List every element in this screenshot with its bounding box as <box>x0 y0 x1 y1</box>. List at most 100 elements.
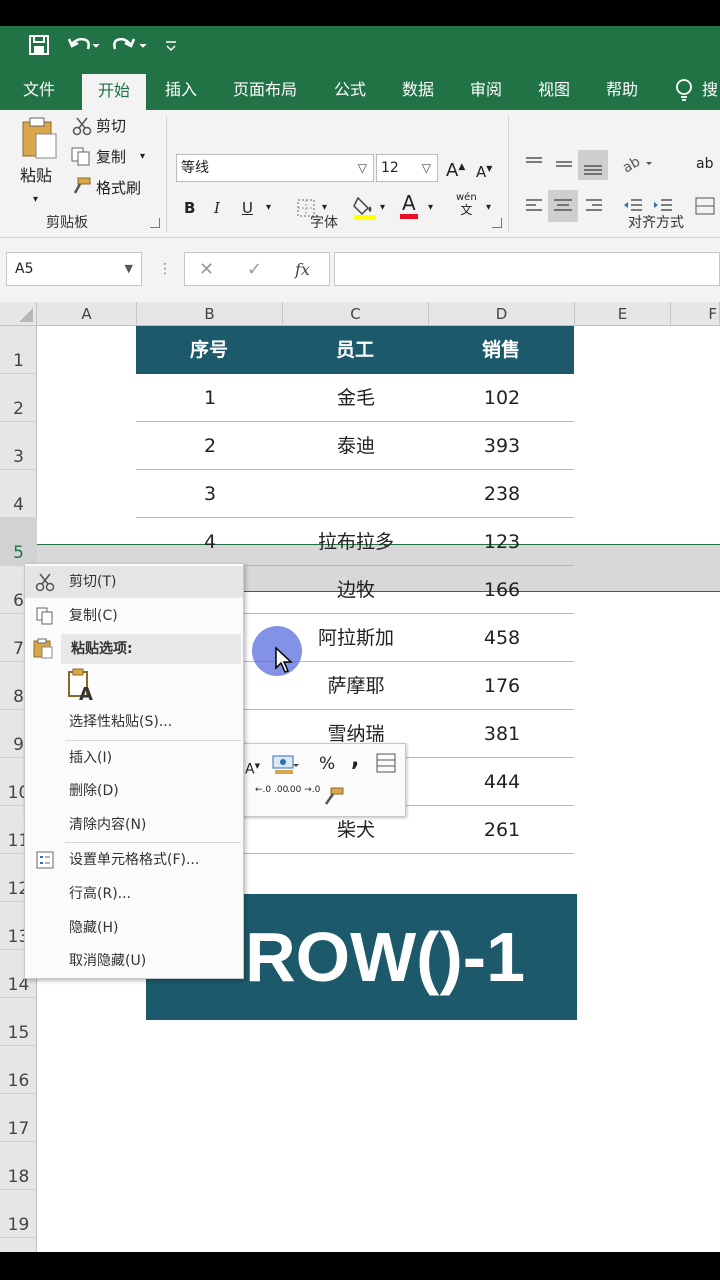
row-header-5[interactable]: 5 <box>0 518 37 566</box>
tab-home[interactable]: 开始 <box>82 74 146 110</box>
tab-help[interactable]: 帮助 <box>594 70 650 110</box>
align-bottom-icon[interactable] <box>578 150 608 180</box>
table-cell[interactable]: 444 <box>429 758 575 806</box>
table-cell[interactable]: 123 <box>429 518 575 566</box>
table-cell[interactable]: 金毛 <box>283 374 429 422</box>
table-cell[interactable]: 102 <box>429 374 575 422</box>
row-header-1[interactable]: 1 <box>0 326 37 374</box>
tab-insert[interactable]: 插入 <box>154 70 208 110</box>
customize-qat-icon[interactable] <box>164 34 178 62</box>
underline-dropdown-icon[interactable]: ▾ <box>266 196 271 220</box>
mini-decrease-font-icon[interactable]: A▼ <box>245 754 260 782</box>
column-header-b[interactable]: B <box>137 302 283 326</box>
row-header-15[interactable]: 15 <box>0 998 37 1046</box>
comma-button[interactable]: , <box>351 748 359 772</box>
paste-dropdown-icon[interactable]: ▾ <box>33 188 38 212</box>
table-cell[interactable]: 381 <box>429 710 575 758</box>
worksheet[interactable]: A B C D E F 1 2 3 4 5 6 7 8 9 10 11 12 13 14 15 16 17 18 1… <box>0 302 720 1252</box>
paste-keep-text-icon[interactable]: A <box>65 668 97 706</box>
table-cell[interactable]: 阿拉斯加 <box>283 614 429 662</box>
font-color-dropdown-icon[interactable]: ▾ <box>428 196 433 220</box>
table-cell[interactable]: 1 <box>137 374 283 422</box>
italic-button[interactable]: I <box>214 196 220 220</box>
increase-decimal-button[interactable]: ←.0 .00 <box>255 784 288 796</box>
table-cell[interactable]: 458 <box>429 614 575 662</box>
enter-icon[interactable]: ✓ <box>247 253 262 287</box>
decrease-decimal-button[interactable]: .00 →.0 <box>287 784 320 796</box>
table-cell[interactable]: 泰迪 <box>283 422 429 470</box>
align-right-icon[interactable] <box>584 196 604 223</box>
tab-formulas[interactable]: 公式 <box>322 70 378 110</box>
tab-page-layout[interactable]: 页面布局 <box>222 70 308 110</box>
column-header-a[interactable]: A <box>37 302 137 326</box>
table-cell[interactable]: 拉布拉多 <box>283 518 429 566</box>
bold-button[interactable]: B <box>184 196 195 220</box>
table-cell[interactable]: 3 <box>137 470 283 518</box>
table-cell[interactable] <box>283 470 429 518</box>
tab-view[interactable]: 视图 <box>526 70 582 110</box>
table-cell[interactable]: 393 <box>429 422 575 470</box>
insert-function-icon[interactable]: fx <box>295 253 310 287</box>
align-top-icon[interactable] <box>524 154 544 181</box>
menu-item-unhide[interactable]: 取消隐藏(U) <box>25 945 243 977</box>
row-header-17[interactable]: 17 <box>0 1094 37 1142</box>
merge-center-icon[interactable] <box>694 196 716 223</box>
phonetic-dropdown-icon[interactable]: ▾ <box>486 196 491 220</box>
font-size-combo[interactable]: 12 ▽ <box>376 154 438 182</box>
menu-item-format-cells[interactable]: 设置单元格格式(F)... <box>25 844 243 876</box>
copy-icon[interactable] <box>70 146 92 173</box>
row-header-2[interactable]: 2 <box>0 374 37 422</box>
cut-button[interactable]: 剪切 <box>96 114 126 138</box>
menu-item-copy[interactable]: 复制(C) <box>25 600 243 632</box>
table-cell[interactable]: 261 <box>429 806 575 854</box>
orientation-icon[interactable]: ab <box>620 154 654 181</box>
align-middle-icon[interactable] <box>554 154 574 181</box>
decrease-font-icon[interactable]: A▼ <box>476 157 492 184</box>
menu-item-row-height[interactable]: 行高(R)... <box>25 878 243 910</box>
table-cell[interactable]: 萨摩耶 <box>283 662 429 710</box>
format-painter-button[interactable]: 格式刷 <box>96 176 141 200</box>
accounting-format-icon[interactable] <box>271 752 299 783</box>
row-header-16[interactable]: 16 <box>0 1046 37 1094</box>
fill-color-dropdown-icon[interactable]: ▾ <box>380 196 385 220</box>
font-name-combo[interactable]: 等线 ▽ <box>176 154 374 182</box>
redo-icon[interactable] <box>112 34 148 62</box>
menu-item-cut[interactable]: 剪切(T) <box>25 566 243 598</box>
row-header-4[interactable]: 4 <box>0 470 37 518</box>
column-header-e[interactable]: E <box>575 302 671 326</box>
column-header-d[interactable]: D <box>429 302 575 326</box>
tab-search[interactable]: 搜 <box>702 70 720 110</box>
row-header-3[interactable]: 3 <box>0 422 37 470</box>
table-cell[interactable]: 176 <box>429 662 575 710</box>
align-center-icon[interactable] <box>548 190 578 222</box>
fill-color-icon[interactable] <box>352 194 378 227</box>
table-cell[interactable]: 238 <box>429 470 575 518</box>
column-header-c[interactable]: C <box>283 302 429 326</box>
menu-item-delete[interactable]: 删除(D) <box>25 775 243 807</box>
row-header-19[interactable]: 19 <box>0 1190 37 1238</box>
format-painter-icon[interactable] <box>70 176 92 203</box>
percent-button[interactable]: % <box>319 752 335 776</box>
undo-icon[interactable] <box>66 34 100 62</box>
font-launcher-icon[interactable] <box>492 218 502 228</box>
menu-item-paste-special[interactable]: 选择性粘贴(S)... <box>25 706 243 738</box>
menu-item-clear[interactable]: 清除内容(N) <box>25 809 243 841</box>
clipboard-launcher-icon[interactable] <box>150 218 160 228</box>
name-box[interactable]: A5 ▼ <box>6 252 142 286</box>
table-cell[interactable]: 2 <box>137 422 283 470</box>
underline-button[interactable]: U <box>242 196 253 220</box>
menu-item-insert[interactable]: 插入(I) <box>25 742 243 774</box>
tab-data[interactable]: 数据 <box>390 70 446 110</box>
copy-dropdown-icon[interactable]: ▾ <box>140 145 145 169</box>
row-header-18[interactable]: 18 <box>0 1142 37 1190</box>
phonetic-guide-button[interactable]: wén 文 <box>456 192 477 218</box>
wrap-text-button[interactable]: ab <box>696 152 713 176</box>
formula-input[interactable] <box>334 252 720 286</box>
menu-item-hide[interactable]: 隐藏(H) <box>25 912 243 944</box>
paste-icon[interactable] <box>20 116 58 167</box>
paste-label[interactable]: 粘贴 <box>20 164 52 188</box>
column-header-f[interactable]: F <box>671 302 720 326</box>
table-cell[interactable]: 166 <box>429 566 575 614</box>
cancel-icon[interactable]: ✕ <box>199 253 214 287</box>
table-cell[interactable]: 边牧 <box>283 566 429 614</box>
